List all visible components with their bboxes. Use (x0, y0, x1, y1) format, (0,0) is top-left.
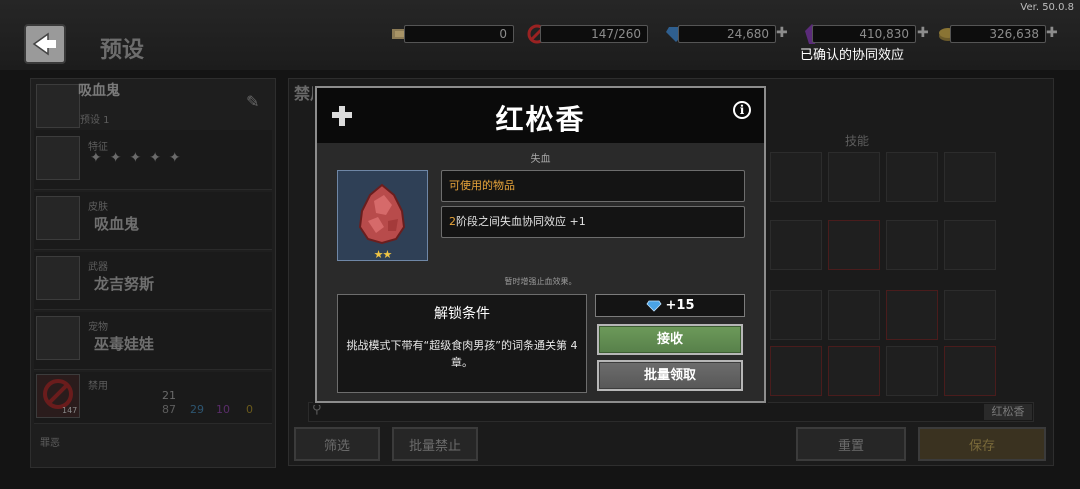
pine-resin-icon (358, 183, 406, 245)
item-category: 失血 (530, 154, 551, 165)
dialog-title: 红松香 (495, 103, 586, 136)
preset-name: 吸血鬼 (78, 83, 120, 99)
edit-pencil-icon[interactable]: ✎ (246, 92, 259, 111)
grid-cell[interactable] (828, 152, 880, 202)
page-title: 预设 (100, 38, 145, 63)
trait-stars: ✦✦✦✦✦ (90, 150, 189, 166)
grid-cell[interactable] (828, 220, 880, 270)
reward-amount: +15 (665, 298, 695, 313)
version-label: Ver. 50.0.8 (1020, 2, 1074, 13)
reset-button[interactable]: 重置 (796, 427, 906, 461)
grid-cell[interactable] (886, 220, 938, 270)
unlock-title: 解锁条件 (434, 306, 490, 322)
trait-thumb (36, 136, 80, 180)
diamond-counter: 24,680 (678, 25, 776, 43)
item-stars: ★★ (373, 248, 393, 261)
batch-claim-button[interactable]: 批量领取 (597, 360, 743, 391)
search-bar[interactable] (308, 402, 1034, 422)
save-button[interactable]: 保存 (918, 427, 1046, 461)
grid-cell[interactable] (770, 346, 822, 396)
item-type-text: 可使用的物品 (449, 179, 515, 192)
accept-button[interactable]: 接收 (597, 324, 743, 355)
preset-subtitle: 预设 1 (80, 115, 110, 126)
grid-cell[interactable] (770, 152, 822, 202)
grid-cell[interactable] (770, 220, 822, 270)
grid-cell[interactable] (944, 152, 996, 202)
weapon-thumb (36, 256, 80, 300)
sin-label: 罪恶 (40, 438, 60, 449)
pet-thumb (36, 316, 80, 360)
skin-value: 吸血鬼 (94, 215, 140, 233)
item-type-field: 可使用的物品 (441, 170, 745, 202)
unlock-condition-box: 解锁条件 挑战模式下带有“超级食肉男孩”的词条通关第 4 章。 (337, 294, 587, 393)
preset-avatar (36, 84, 80, 128)
diamond-icon (645, 300, 662, 312)
pet-label: 宠物 (88, 322, 108, 333)
grid-cell[interactable] (944, 290, 996, 340)
gold-counter: 326,638 (950, 25, 1046, 43)
tab-skill[interactable]: 技能 (845, 132, 869, 149)
ban-stat-3: 10 (216, 403, 230, 416)
item-detail-dialog: 红松香 i 失血 ★★ 可使用的物品 2阶段之间失血协同效应 +1 暂时增强止血… (315, 86, 766, 403)
add-gold-icon[interactable]: ✚ (1046, 25, 1058, 41)
add-crystal-icon[interactable]: ✚ (917, 25, 929, 41)
ban-counter: 147/260 (540, 25, 648, 43)
ban-stat-2: 29 (190, 403, 204, 416)
ban-total: 21 (162, 389, 176, 402)
back-button[interactable] (24, 24, 66, 64)
item-effect-field: 2阶段之间失血协同效应 +1 (441, 206, 745, 238)
batch-ban-button[interactable]: 批量禁止 (392, 427, 478, 461)
ticket-counter: 0 (404, 25, 514, 43)
add-diamond-icon[interactable]: ✚ (776, 25, 788, 41)
weapon-label: 武器 (88, 262, 108, 273)
grid-cell[interactable] (828, 290, 880, 340)
toast-message: 已确认的协同效应 (800, 48, 905, 63)
ban-stat-1: 87 (162, 403, 176, 416)
pet-value: 巫毒娃娃 (94, 335, 155, 353)
effect-text: 阶段之间失血协同效应 +1 (456, 215, 586, 228)
back-arrow-icon (32, 32, 56, 56)
grid-cell[interactable] (886, 290, 938, 340)
grid-cell[interactable] (770, 290, 822, 340)
grid-cell[interactable] (828, 346, 880, 396)
search-icon: ⚲ (312, 402, 322, 417)
item-hint: 暂时增强止血效果。 (504, 277, 577, 286)
grid-cell[interactable] (944, 220, 996, 270)
crystal-counter: 410,830 (812, 25, 916, 43)
search-tag[interactable]: 红松香 (984, 404, 1032, 420)
grid-cell[interactable] (886, 152, 938, 202)
info-icon[interactable]: i (733, 101, 751, 119)
grid-cell[interactable] (944, 346, 996, 396)
grid-cell[interactable] (886, 346, 938, 396)
ban-label: 禁用 (88, 381, 108, 392)
effect-number: 2 (449, 215, 456, 228)
ban-stat-4: 0 (246, 403, 253, 416)
filter-button[interactable]: 筛选 (294, 427, 380, 461)
weapon-value: 龙吉努斯 (94, 275, 155, 293)
skin-thumb (36, 196, 80, 240)
reward-box: +15 (595, 294, 745, 317)
unlock-description: 挑战模式下带有“超级食肉男孩”的词条通关第 4 章。 (346, 339, 578, 369)
skin-label: 皮肤 (88, 202, 108, 213)
ban-badge: 147 (62, 406, 78, 415)
